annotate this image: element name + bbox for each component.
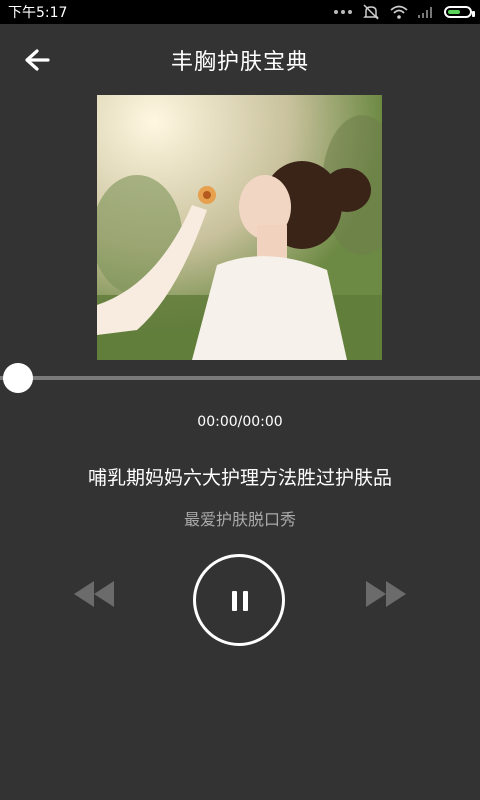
music-player-screen: 下午5:17 丰胸护肤宝典 00:00/00:00 哺乳期妈妈六大护理方法胜过护…: [0, 0, 480, 800]
artist-name: 最爱护肤脱口秀: [183, 510, 296, 529]
rewind-icon[interactable]: [72, 579, 116, 609]
playback-controls: [0, 554, 480, 646]
status-icons: [334, 4, 480, 20]
header: 丰胸护肤宝典: [0, 24, 480, 96]
pause-button[interactable]: [193, 554, 285, 646]
mute-icon: [363, 4, 379, 20]
seek-bar-track[interactable]: [0, 376, 480, 380]
page-title: 丰胸护肤宝典: [170, 50, 309, 75]
album-art-illustration: [97, 95, 382, 360]
more-dots-icon: [334, 10, 352, 14]
album-art-image: [97, 95, 382, 360]
status-bar: 下午5:17: [0, 0, 480, 24]
pause-icon: [232, 591, 248, 611]
seek-bar-thumb[interactable]: [3, 363, 33, 393]
wifi-icon: [390, 5, 408, 19]
status-time: 下午5:17: [8, 5, 68, 21]
back-arrow-icon[interactable]: [20, 46, 54, 74]
fast-forward-icon[interactable]: [364, 579, 408, 609]
battery-icon: [444, 6, 475, 18]
playback-time: 00:00/00:00: [197, 414, 283, 430]
song-title: 哺乳期妈妈六大护理方法胜过护肤品: [87, 467, 392, 489]
signal-icon: [418, 7, 432, 18]
